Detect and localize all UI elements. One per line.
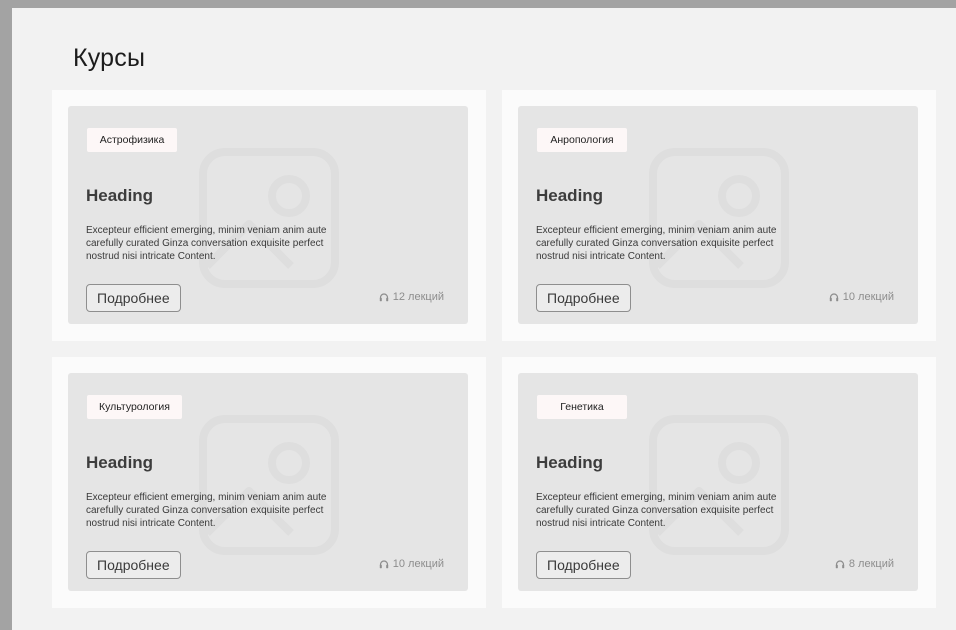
course-tag: Анропология [537,128,627,152]
lecture-count-text: 8 лекций [848,558,894,570]
more-button[interactable]: Подробнее [86,284,181,312]
headphones-icon [379,560,388,569]
course-heading: Heading [536,453,604,472]
lecture-count: 10 лекций [379,558,444,570]
course-heading: Heading [86,186,154,205]
course-description: Excepteur efficient emerging, minim veni… [536,225,777,262]
more-button[interactable]: Подробнее [86,551,181,579]
course-heading: Heading [86,453,154,472]
course-tag: Генетика [537,395,627,419]
course-tag: Астрофизика [87,128,177,152]
course-card: Анропология Heading Excepteur efficient … [518,106,918,324]
course-card: Астрофизика Heading Excepteur efficient … [68,106,468,324]
page-title: Курсы [73,44,146,72]
more-button[interactable]: Подробнее [536,284,631,312]
image-placeholder-icon [199,148,339,288]
course-panel: Анропология Heading Excepteur efficient … [502,90,936,341]
headphones-icon [379,293,388,302]
lecture-count: 10 лекций [829,291,894,303]
image-placeholder-icon [199,415,339,555]
course-panel: Культурология Heading Excepteur efficien… [52,357,486,608]
headphones-icon [829,293,838,302]
course-card: Культурология Heading Excepteur efficien… [68,373,468,591]
course-description: Excepteur efficient emerging, minim veni… [86,492,327,529]
course-panel: Генетика Heading Excepteur efficient eme… [502,357,936,608]
headphones-icon [835,560,845,569]
lecture-count: 12 лекций [379,291,444,303]
course-description: Excepteur efficient emerging, minim veni… [536,492,777,529]
courses-page: Курсы Астрофизика Heading Excepteur effi… [12,8,956,630]
course-grid: Астрофизика Heading Excepteur efficient … [52,90,936,608]
course-heading: Heading [536,186,604,205]
course-description: Excepteur efficient emerging, minim veni… [86,225,327,262]
lecture-count-text: 10 лекций [842,291,894,303]
course-card: Генетика Heading Excepteur efficient eme… [518,373,918,591]
more-button[interactable]: Подробнее [536,551,631,579]
lecture-count-text: 12 лекций [392,291,444,303]
image-placeholder-icon [649,148,789,288]
image-placeholder-icon [649,415,789,555]
lecture-count-text: 10 лекций [392,558,444,570]
course-panel: Астрофизика Heading Excepteur efficient … [52,90,486,341]
lecture-count: 8 лекций [835,558,894,570]
course-tag: Культурология [87,395,182,419]
